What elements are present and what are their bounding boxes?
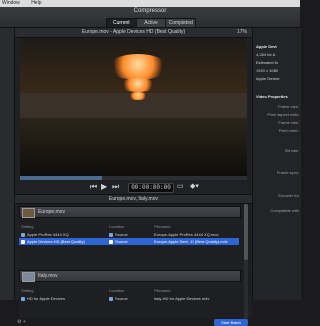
output-setting: HD for Apple Devices bbox=[27, 296, 66, 301]
col-filename: Filename bbox=[154, 288, 171, 293]
batch-title: Europe.mov, Italy.mov bbox=[15, 194, 252, 204]
output-setting: Apple Devices HD (Best Quality) bbox=[27, 239, 85, 244]
viewer-header: Europe.mov - Apple Devices HD (Best Qual… bbox=[15, 28, 252, 38]
app-title: Compressor bbox=[133, 8, 167, 14]
inspector-line: Estimated fo bbox=[256, 60, 279, 65]
job-name: Italy.mov bbox=[38, 273, 58, 279]
timecode-display[interactable]: 00:00:00:00 bbox=[128, 183, 174, 193]
inspector-line: 1920 x 1080 bbox=[256, 68, 279, 73]
lamp-3 bbox=[128, 92, 148, 100]
lamp-1 bbox=[108, 54, 168, 80]
output-location[interactable]: Source bbox=[115, 232, 128, 237]
job-header[interactable]: Europe.mov bbox=[19, 206, 241, 218]
inspector-label: Encoder for bbox=[278, 193, 299, 198]
output-row[interactable]: HD for Apple Devices Source Italy-HD for… bbox=[19, 295, 239, 302]
menu-help[interactable]: Help bbox=[31, 0, 41, 6]
col-setting: Setting bbox=[21, 224, 34, 229]
inspector-label: Frame rate: bbox=[278, 120, 299, 125]
output-setting: Apple ProRes 4444 XQ bbox=[27, 232, 69, 237]
lamp-2 bbox=[120, 78, 156, 92]
folder-icon bbox=[109, 239, 113, 244]
tab-active[interactable]: Active bbox=[136, 19, 167, 27]
menu-bar: Window Help bbox=[0, 0, 300, 7]
transport-controls: ⏮ ▶ ⏭ 00:00:00:00 ▭ ◆▾ bbox=[15, 181, 252, 193]
view-switcher: Current Active Completed bbox=[106, 18, 196, 28]
output-filename: Europe-Apple Devi...D (Best Quality).m4v bbox=[154, 239, 228, 244]
inspector-line: Apple Device bbox=[256, 76, 280, 81]
job-thumbnail bbox=[22, 272, 35, 282]
output-location[interactable]: Source bbox=[115, 296, 128, 301]
job-name: Europe.mov bbox=[38, 209, 65, 215]
timeline-scrubber[interactable] bbox=[20, 176, 247, 180]
col-location: Location bbox=[109, 288, 125, 293]
viewer-title: Europe.mov - Apple Devices HD (Best Qual… bbox=[81, 29, 186, 35]
preset-icon bbox=[21, 296, 25, 301]
inspector-label: Pixel aspect ratio: bbox=[267, 112, 299, 117]
marker-icon[interactable]: ▭ bbox=[177, 182, 184, 190]
start-batch-button[interactable]: Start Batch bbox=[214, 319, 248, 326]
job-header[interactable]: Italy.mov bbox=[19, 270, 241, 282]
output-row[interactable]: Apple ProRes 4444 XQ Source Europe-Apple… bbox=[19, 231, 239, 238]
video-properties-heading: Video Properties bbox=[256, 94, 288, 99]
inspector-label: Field order: bbox=[278, 128, 299, 133]
tab-current[interactable]: Current bbox=[107, 19, 137, 27]
scrollbar-thumb[interactable] bbox=[244, 204, 248, 260]
title-bar: Compressor Current Active Completed bbox=[0, 7, 300, 28]
col-filename: Filename bbox=[154, 224, 171, 229]
col-location: Location bbox=[109, 224, 125, 229]
scrubber-fill bbox=[20, 176, 102, 180]
output-location[interactable]: Source bbox=[115, 239, 128, 244]
batch-tools: ⚙ + bbox=[17, 319, 26, 325]
inspector-title: Apple Devi bbox=[256, 44, 277, 49]
output-row-selected[interactable]: Apple Devices HD (Best Quality) Source E… bbox=[19, 238, 239, 245]
output-filename: Europe-Apple ProRes 4444 XQ.mov bbox=[154, 232, 219, 237]
inspector-label: Frame size: bbox=[278, 104, 299, 109]
main-area: Europe.mov - Apple Devices HD (Best Qual… bbox=[15, 28, 252, 326]
inspector: Apple Devi 4,284 for A Estimated fo 1920… bbox=[252, 28, 301, 300]
inspector-label: Compatible with bbox=[270, 208, 299, 213]
job-italy: Italy.mov Setting Location Filename HD f… bbox=[19, 268, 252, 318]
output-filename: Italy-HD for Apple Devices.m4v bbox=[154, 296, 210, 301]
tunnel-floor bbox=[20, 118, 247, 176]
folder-icon bbox=[109, 232, 113, 237]
job-europe: Europe.mov Setting Location Filename App… bbox=[19, 204, 252, 266]
preset-icon bbox=[21, 239, 25, 244]
play-icon[interactable]: ▶ bbox=[101, 182, 107, 191]
tab-completed[interactable]: Completed bbox=[166, 19, 195, 27]
menu-window[interactable]: Window bbox=[2, 0, 20, 6]
batch-scrollbar[interactable] bbox=[244, 204, 248, 322]
job-thumbnail bbox=[22, 208, 35, 218]
col-setting: Setting bbox=[21, 288, 34, 293]
left-sidebar bbox=[0, 28, 15, 300]
video-preview bbox=[20, 38, 247, 176]
zoom-level[interactable]: 17% bbox=[237, 28, 247, 37]
settings-icon[interactable]: ⚙ bbox=[17, 319, 21, 325]
inspector-line: 4,284 for A bbox=[256, 52, 276, 57]
add-icon[interactable]: + bbox=[23, 319, 26, 325]
preset-icon bbox=[21, 232, 25, 237]
inspector-label: Bit rate: bbox=[285, 148, 299, 153]
rewind-icon[interactable]: ⏮ bbox=[90, 182, 97, 192]
marker-menu-icon[interactable]: ◆▾ bbox=[190, 182, 199, 190]
forward-icon[interactable]: ⏭ bbox=[112, 182, 119, 192]
folder-icon bbox=[109, 296, 113, 301]
inspector-label: Frame sync: bbox=[276, 170, 299, 175]
